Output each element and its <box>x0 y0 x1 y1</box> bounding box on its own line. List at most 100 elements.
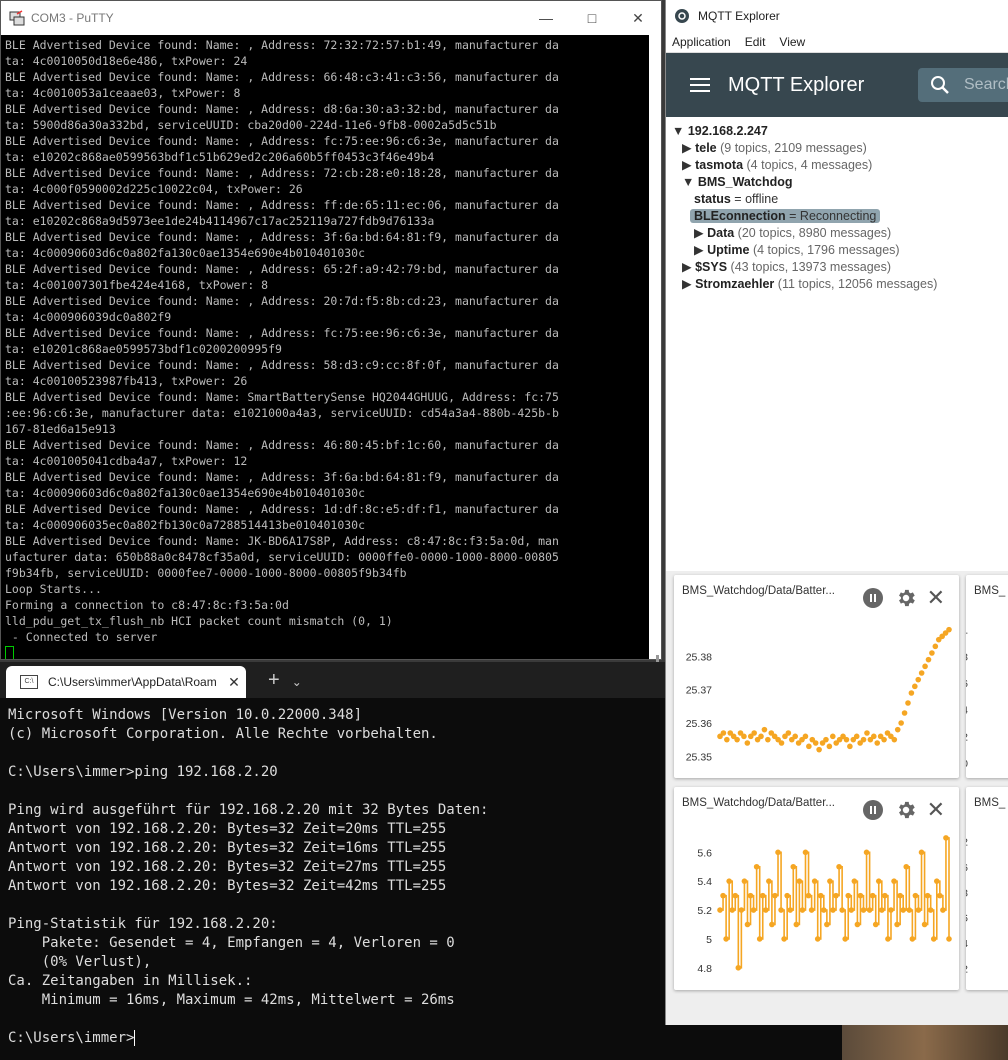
mqtt-titlebar[interactable]: MQTT Explorer <box>666 0 1008 32</box>
tree-node-bms-watchdog[interactable]: ▼ BMS_Watchdog <box>666 174 1008 191</box>
y-tick-label: 5 <box>706 934 712 946</box>
data-point <box>796 878 803 884</box>
chart-card-3: BMS_Watchdog/Data/Batter... ✕ 5.6 5.4 5.2 5… <box>674 787 959 990</box>
chart-plot: 6.2 6 5.8 5.6 5.4 5.2 <box>966 836 968 975</box>
y-tick-label: 5.4 <box>697 876 712 888</box>
putty-line: BLE Advertised Device found: Name: , Add… <box>5 326 559 340</box>
menu-icon[interactable] <box>690 74 710 96</box>
data-point <box>781 936 787 942</box>
data-point <box>863 849 870 856</box>
new-tab-icon[interactable]: + <box>268 669 280 692</box>
chevron-down-icon[interactable]: ⌄ <box>292 675 302 689</box>
selected-topic: BLEconnection = Reconnecting <box>690 209 881 223</box>
tree-node-data[interactable]: ▶ Data (20 topics, 8980 messages) <box>666 225 1008 242</box>
tree-node-tele[interactable]: ▶ tele (9 topics, 2109 messages) <box>666 140 1008 157</box>
gear-icon[interactable] <box>895 587 917 609</box>
menu-edit[interactable]: Edit <box>745 35 766 49</box>
gear-icon[interactable] <box>895 799 917 821</box>
bleconnection-value: Reconnecting <box>799 209 877 223</box>
data-point <box>930 936 937 942</box>
uptime-meta: (4 topics, 1796 messages) <box>752 243 900 257</box>
close-button[interactable]: ✕ <box>615 1 661 35</box>
mqtt-explorer-window[interactable]: MQTT Explorer Application Edit View MQTT… <box>665 0 1008 1025</box>
tree-node-root[interactable]: ▼ 192.168.2.247 <box>666 123 1008 140</box>
terminal-prompt-line: C:\Users\immer> <box>8 1029 834 1048</box>
putty-terminal[interactable]: BLE Advertised Device found: Name: , Add… <box>1 35 651 659</box>
data-point <box>724 736 730 743</box>
maximize-button[interactable]: □ <box>569 1 615 35</box>
data-point <box>729 907 736 913</box>
putty-line: BLE Advertised Device found: Name: Smart… <box>5 390 559 404</box>
data-point <box>912 892 919 899</box>
y-tick-label: 25.35 <box>686 751 712 763</box>
close-icon[interactable]: ✕ <box>927 799 945 821</box>
putty-line: Forming a connection to c8:47:8c:f3:5a:0… <box>5 598 289 612</box>
chart-title: BMS_ <box>974 585 1006 597</box>
data-point <box>756 936 763 942</box>
putty-line: BLE Advertised Device found: Name: , Add… <box>5 134 559 148</box>
terminal-tab[interactable]: C:\ C:\Users\immer\AppData\Roam ✕ <box>6 666 246 698</box>
tree-node-stromzaehler[interactable]: ▶ Stromzaehler (11 topics, 12056 message… <box>666 276 1008 293</box>
tasmota-meta: (4 topics, 4 messages) <box>746 158 873 172</box>
series-line <box>720 837 950 969</box>
search-icon <box>931 76 949 94</box>
terminal-prompt: C:\Users\immer> <box>8 1030 135 1046</box>
status-key: status <box>694 192 731 206</box>
tree-node-bleconnection[interactable]: BLEconnection = Reconnecting <box>666 208 1008 225</box>
tree-node-sys[interactable]: ▶ $SYS (43 topics, 13973 messages) <box>666 259 1008 276</box>
search-input[interactable]: Search <box>964 76 1008 94</box>
data-point <box>869 892 876 899</box>
data-point <box>908 690 915 696</box>
data-point <box>891 736 898 743</box>
data-point <box>741 878 748 884</box>
search-box[interactable]: Search <box>918 68 1008 102</box>
putty-line: :ee:96:c6:3e, manufacturer data: e102100… <box>5 406 559 420</box>
data-point <box>843 736 850 743</box>
menu-view[interactable]: View <box>779 35 805 49</box>
putty-scrollbar[interactable] <box>649 35 661 671</box>
data-point <box>817 892 824 899</box>
putty-window[interactable]: COM3 - PuTTY — □ ✕ BLE Advertised Device… <box>0 0 662 671</box>
putty-line: BLE Advertised Device found: Name: , Add… <box>5 502 559 516</box>
uptime-label: Uptime <box>707 243 750 257</box>
data-point <box>932 643 939 650</box>
putty-line: ta: 4c000906039dc0a802f9 <box>5 310 172 324</box>
putty-line: Loop Starts... <box>5 582 102 596</box>
data-point <box>735 964 742 971</box>
putty-line: BLE Advertised Device found: Name: , Add… <box>5 470 559 484</box>
tele-meta: (9 topics, 2109 messages) <box>720 141 867 155</box>
data-point <box>833 892 839 899</box>
pause-icon[interactable] <box>862 800 883 820</box>
menu-application[interactable]: Application <box>672 35 731 49</box>
data-point <box>720 892 726 899</box>
tree-node-tasmota[interactable]: ▶ tasmota (4 topics, 4 messages) <box>666 157 1008 174</box>
data-point <box>885 936 891 942</box>
data-point <box>726 878 732 884</box>
putty-line: ta: 4c00090603d6c0a802fa130c0ae1354e690e… <box>5 246 366 260</box>
data-point <box>836 863 842 870</box>
data-point <box>808 907 815 913</box>
y-tick-label: 0.6 <box>966 678 968 690</box>
data-point <box>946 626 952 633</box>
mqtt-app-icon <box>675 9 689 23</box>
pause-icon[interactable] <box>862 588 883 608</box>
y-tick-label: 1 <box>966 625 968 637</box>
data-point <box>871 733 877 740</box>
tree-node-uptime[interactable]: ▶ Uptime (4 topics, 1796 messages) <box>666 242 1008 259</box>
data-point <box>894 921 900 928</box>
data-point <box>857 892 864 899</box>
data-point <box>763 907 769 913</box>
putty-line: 167-81ed6a15e913 <box>5 422 116 436</box>
putty-line: BLE Advertised Device found: Name: , Add… <box>5 262 559 276</box>
data-point <box>741 733 747 740</box>
putty-title: COM3 - PuTTY <box>31 11 114 25</box>
tab-close-icon[interactable]: ✕ <box>222 674 246 691</box>
data-point <box>785 730 792 736</box>
putty-line: ta: 4c000906035ec0a802fb130c0a7288514413… <box>5 518 366 532</box>
close-icon[interactable]: ✕ <box>927 587 945 609</box>
putty-titlebar[interactable]: COM3 - PuTTY — □ ✕ <box>1 1 661 35</box>
data-point <box>823 736 829 743</box>
minimize-button[interactable]: — <box>523 1 569 35</box>
tree-node-status[interactable]: status = offline <box>666 191 1008 208</box>
data-point <box>898 720 904 726</box>
